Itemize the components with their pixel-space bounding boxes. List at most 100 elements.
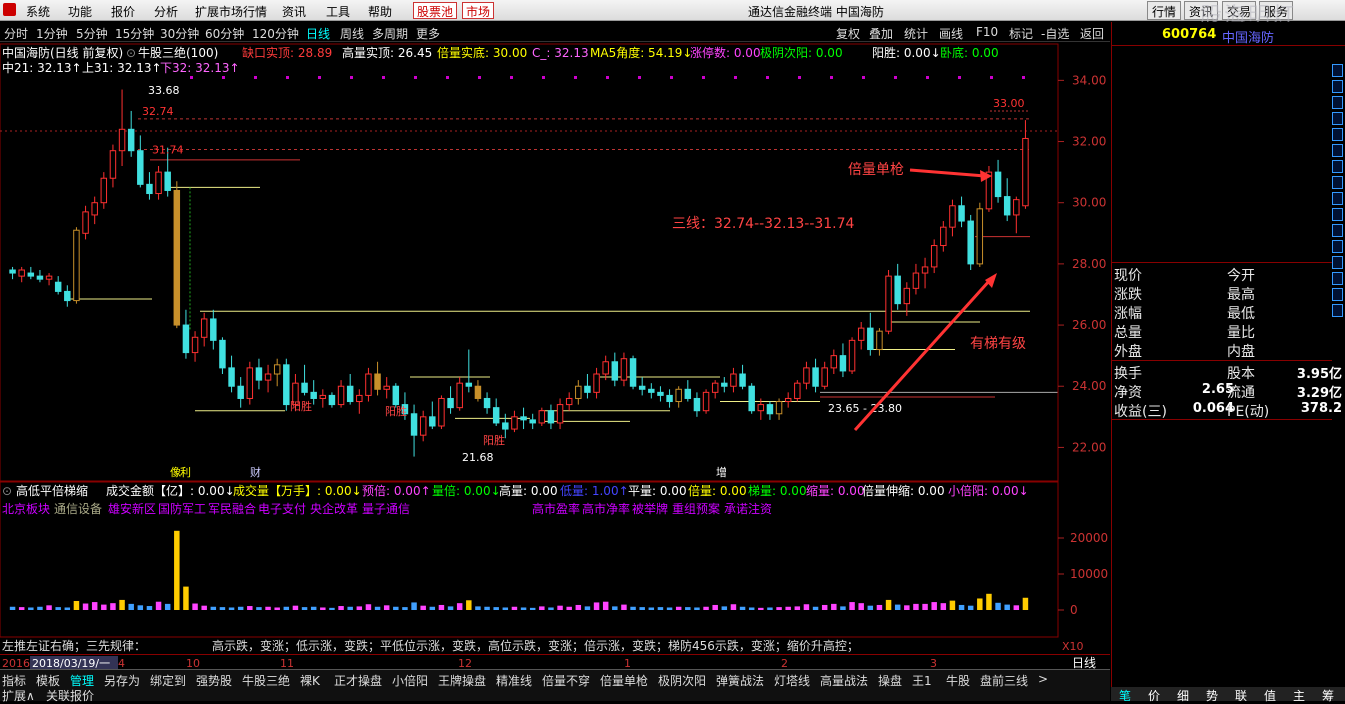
detail-tab[interactable]: 价: [1148, 687, 1160, 704]
concept-tag[interactable]: 央企改革: [310, 501, 358, 516]
side-scroll-button[interactable]: [1332, 224, 1343, 237]
candle-body: [73, 229, 80, 302]
status-bar: 扩展∧ 关联报价: [0, 687, 1110, 704]
volume-bar: [46, 605, 52, 610]
side-scroll-button[interactable]: [1332, 128, 1343, 141]
period-label[interactable]: 日线: [1072, 656, 1096, 670]
candle-body: [228, 367, 235, 387]
signal-dot: [478, 76, 481, 79]
volume-bar: [739, 606, 746, 610]
side-scroll-button[interactable]: [1332, 96, 1343, 109]
quote-value: 378.2: [1300, 401, 1342, 416]
side-scroll-button[interactable]: [1332, 240, 1343, 253]
rule-text: 左推左证右确；三先规律：: [2, 638, 146, 653]
related-quote-link[interactable]: 关联报价: [46, 687, 94, 704]
concept-tag[interactable]: 通信设备: [54, 502, 102, 516]
candle-body: [775, 401, 783, 415]
volume-bar: [748, 607, 755, 610]
concept-tag[interactable]: 量子通信: [362, 502, 410, 516]
side-scroll-button[interactable]: [1332, 192, 1343, 205]
candle-body: [565, 397, 573, 406]
detail-tab[interactable]: 主: [1293, 687, 1305, 704]
candle-body: [994, 171, 1002, 198]
candle-body: [693, 397, 701, 412]
signal-dot: [766, 76, 769, 79]
candle-body: [857, 327, 865, 341]
concept-tag[interactable]: 高市净率: [582, 501, 630, 516]
side-scroll-button[interactable]: [1332, 144, 1343, 157]
zoom-label[interactable]: X10: [1062, 640, 1084, 653]
side-scroll-button[interactable]: [1332, 80, 1343, 93]
volume-bar: [657, 607, 664, 610]
candle-body: [1003, 196, 1011, 216]
concept-tag[interactable]: 军民融合: [208, 501, 256, 516]
volume-bar: [82, 603, 89, 610]
volume-bar: [292, 605, 299, 610]
volume-toggle-icon[interactable]: ⊙: [2, 484, 12, 498]
side-scroll-button[interactable]: [1332, 112, 1343, 125]
detail-tab[interactable]: 值: [1264, 687, 1276, 704]
candle-body: [383, 385, 390, 390]
side-scroll-button[interactable]: [1332, 208, 1343, 221]
candle-body: [1022, 137, 1029, 207]
side-scroll-button[interactable]: [1332, 256, 1343, 269]
quote-label: 总量: [1114, 325, 1142, 341]
indicator-tab[interactable]: >: [1038, 672, 1048, 686]
candle-body: [821, 367, 828, 387]
candle-body: [876, 330, 883, 351]
chart-indicator-name[interactable]: 牛股三绝(100): [138, 45, 218, 60]
detail-tab[interactable]: 笔: [1119, 687, 1131, 704]
detail-tab[interactable]: 细: [1177, 687, 1189, 704]
concept-tag[interactable]: 北京板块: [2, 502, 50, 516]
annotation-arrow: [909, 168, 986, 178]
volume-bar: [55, 607, 61, 610]
volume-bar: [858, 603, 864, 610]
expand-toggle[interactable]: 扩展∧: [2, 687, 35, 704]
header-line2-field: 中21: 32.13↑: [2, 60, 82, 75]
detail-tab[interactable]: 势: [1206, 687, 1218, 704]
volume-bar: [228, 607, 235, 610]
volume-bar: [867, 605, 874, 610]
concept-tag[interactable]: 国防军工: [158, 501, 206, 516]
side-scroll-button[interactable]: [1332, 176, 1343, 189]
candle-body: [757, 404, 765, 412]
candle-body: [794, 382, 801, 399]
side-scroll-button[interactable]: [1332, 272, 1343, 285]
concept-tag[interactable]: 重组预案: [672, 501, 720, 516]
detail-tab[interactable]: 联: [1235, 687, 1247, 704]
volume-bar: [602, 601, 609, 610]
candle-body: [91, 202, 98, 216]
side-scroll-button[interactable]: [1332, 288, 1343, 301]
volume-header-field: 倍量伸缩: 0.00: [862, 483, 945, 498]
side-scroll-button[interactable]: [1332, 304, 1343, 317]
candle-body: [538, 410, 546, 424]
candle-body: [264, 373, 272, 381]
high-price-label: 33.68: [148, 84, 180, 97]
volume-bar: [575, 604, 582, 610]
candle-body: [273, 364, 281, 375]
concept-tag[interactable]: 高市盈率: [532, 501, 580, 516]
candle-body: [638, 385, 646, 390]
detail-tab[interactable]: 筹: [1322, 687, 1334, 704]
side-scroll-button[interactable]: [1332, 160, 1343, 173]
concept-tag[interactable]: 被举牌: [632, 502, 668, 516]
volume-bar: [393, 606, 399, 610]
signal-dot: [830, 76, 833, 79]
concept-tag[interactable]: 电子支付: [258, 502, 306, 516]
candle-body: [392, 385, 400, 406]
concept-tag[interactable]: 雄安新区: [108, 501, 156, 516]
candle-body: [675, 388, 682, 403]
kline-chart-svg[interactable]: 中国海防(日线 前复权) ⊙ 牛股三绝(100) 缺口实顶: 28.89 高量实顶…: [0, 0, 1110, 655]
quote-button[interactable]: 行情: [1147, 1, 1182, 20]
volume-bar: [274, 607, 280, 610]
header-field: 倍量实底: 30.00: [437, 45, 527, 60]
header-field: C_: 32.13: [532, 46, 589, 60]
candle-body: [958, 205, 965, 222]
signal-dot: [446, 76, 449, 79]
signal-dot: [542, 76, 545, 79]
indicator-toggle-icon[interactable]: ⊙: [126, 46, 136, 60]
trend-arrow: [853, 278, 992, 432]
side-scroll-button[interactable]: [1332, 64, 1343, 77]
candle-body: [118, 128, 126, 152]
concept-tag[interactable]: 承诺注资: [724, 501, 772, 516]
